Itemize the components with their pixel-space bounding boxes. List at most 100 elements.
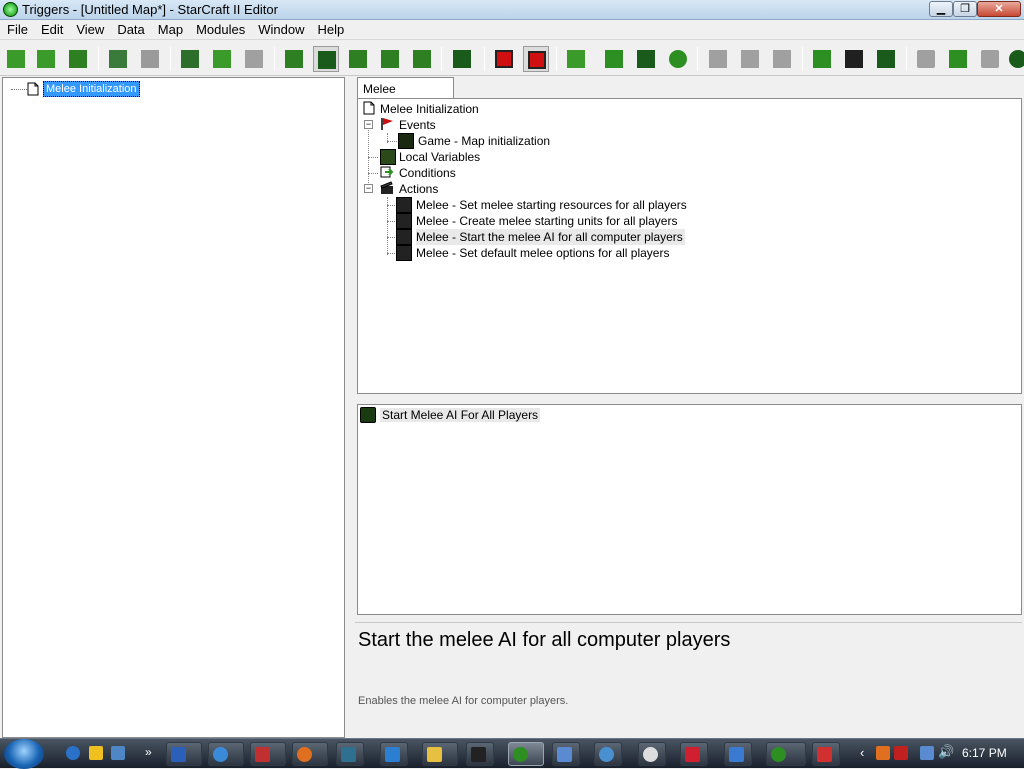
toolbar-new-function-button[interactable] [665, 46, 691, 72]
tree-conditions[interactable]: Conditions [360, 165, 660, 181]
tree-local-variables[interactable]: Local Variables [360, 149, 660, 165]
toolbar-cut-button[interactable] [177, 46, 203, 72]
collapse-actions-toggle[interactable]: − [364, 184, 373, 193]
toolbar-disabled-2-button[interactable] [977, 46, 1003, 72]
toolbar-new-action-clapper-button[interactable] [841, 46, 867, 72]
tree-event-item[interactable]: Game - Map initialization [360, 133, 660, 149]
taskbar-audition[interactable] [336, 742, 364, 766]
toolbar-triggers-button[interactable] [313, 46, 339, 72]
tab-melee-initialization[interactable]: Melee Initialization [357, 77, 454, 110]
tree-action-item[interactable]: Melee - Set melee starting resources for… [396, 197, 687, 213]
taskbar-app8[interactable] [466, 742, 494, 766]
restore-button[interactable]: ❐ [953, 1, 977, 17]
description-pane: Start the melee AI for all computer play… [355, 622, 1022, 738]
tree-action-label: Melee - Start the melee AI for all compu… [416, 229, 685, 245]
toolbar-save-button[interactable] [65, 46, 91, 72]
toolbar-text-button[interactable] [377, 46, 403, 72]
pane-splitter[interactable] [346, 77, 354, 738]
menu-edit[interactable]: Edit [34, 20, 69, 40]
taskbar-ie[interactable] [208, 742, 244, 766]
tree-action-item[interactable]: Melee - Create melee starting units for … [396, 213, 677, 229]
tree-action-item[interactable]: Melee - Set default melee options for al… [396, 245, 670, 261]
import-icon [413, 50, 431, 68]
tree-action-label: Melee - Set default melee options for al… [416, 246, 670, 260]
stop-red-icon [528, 51, 546, 69]
menu-modules[interactable]: Modules [189, 20, 251, 40]
collapse-events-toggle[interactable]: − [364, 120, 373, 129]
tree-actions[interactable]: − Actions [360, 181, 660, 197]
close-button[interactable]: ✕ [977, 1, 1021, 17]
trigger-list-pane[interactable]: Melee Initialization [2, 77, 345, 738]
toolbar-copy-button[interactable] [209, 46, 235, 72]
tray-icon-1[interactable] [876, 746, 890, 760]
ie-quicklaunch-icon[interactable] [66, 746, 80, 760]
quicklaunch-more-chevron-icon[interactable]: » [145, 745, 152, 759]
toolbar-new-event-button[interactable] [705, 46, 731, 72]
taskbar-app10[interactable] [552, 742, 580, 766]
toolbar-paste-button[interactable] [241, 46, 267, 72]
taskbar-app15[interactable] [766, 742, 806, 766]
toolbar-new-param-button[interactable] [873, 46, 899, 72]
toolbar-redo-button[interactable] [137, 46, 163, 72]
comment-a-icon [949, 50, 967, 68]
toolbar-disabled-1-button[interactable] [913, 46, 939, 72]
taskbar-app12[interactable] [638, 742, 666, 766]
menu-bar: File Edit View Data Map Modules Window Help [0, 20, 1024, 40]
taskbar-app6[interactable] [380, 742, 408, 766]
clapper-icon [380, 181, 393, 194]
toolbar-open-button[interactable] [33, 46, 59, 72]
toolbar-new-folder-button[interactable] [601, 46, 627, 72]
taskbar-clock[interactable]: 6:17 PM [962, 746, 1007, 760]
start-button[interactable] [4, 739, 44, 769]
taskbar-app11[interactable] [594, 742, 622, 766]
tray-icon-2[interactable] [894, 746, 908, 760]
toolbar-new-action-def-button[interactable] [633, 46, 659, 72]
toolbar-data-button[interactable] [345, 46, 371, 72]
melee-action-icon [396, 197, 412, 213]
minimize-button[interactable]: ▁ [929, 1, 953, 17]
variable-arrow-icon [813, 50, 831, 68]
taskbar-folder[interactable] [422, 742, 458, 766]
trigger-content-tree[interactable]: Melee Initialization − Events Game - Map… [357, 98, 1022, 394]
menu-window[interactable]: Window [251, 20, 310, 40]
toolbar-ai-button[interactable] [449, 46, 475, 72]
taskbar-sc2-editor[interactable] [508, 742, 544, 766]
menu-view[interactable]: View [69, 20, 110, 40]
toolbar-new-local-variable-button[interactable] [809, 46, 835, 72]
tree-root-label: Melee Initialization [380, 102, 479, 116]
menu-file[interactable]: File [0, 20, 34, 40]
tree-action-item-selected[interactable]: Melee - Start the melee AI for all compu… [396, 229, 685, 245]
toolbar-stop-pressed-button[interactable] [523, 46, 549, 72]
clock-quicklaunch-icon[interactable] [89, 746, 103, 760]
taskbar-app4[interactable] [292, 742, 328, 766]
toolbar-undo-button[interactable] [105, 46, 131, 72]
tree-root[interactable]: Melee Initialization [360, 101, 660, 117]
starcraft-app-icon[interactable] [3, 2, 18, 17]
element-details-pane[interactable]: Start Melee AI For All Players [357, 404, 1022, 615]
tree-conditions-label: Conditions [399, 166, 456, 180]
toolbar-new-action-button[interactable] [769, 46, 795, 72]
toolbar-terrain-button[interactable] [281, 46, 307, 72]
toolbar-new-condition-button[interactable] [737, 46, 763, 72]
volume-tray-icon[interactable]: 🔊 [938, 744, 954, 760]
toolbar-new-comment-button[interactable] [945, 46, 971, 72]
taskbar-app3[interactable] [250, 742, 286, 766]
toolbar-import-button[interactable] [409, 46, 435, 72]
toolbar-new-trigger-button[interactable] [3, 46, 29, 72]
disk-save-icon [69, 50, 87, 68]
menu-help[interactable]: Help [310, 20, 350, 40]
taskbar-word[interactable] [166, 742, 202, 766]
show-desktop-icon[interactable] [111, 746, 125, 760]
taskbar-app16[interactable] [812, 742, 840, 766]
menu-data[interactable]: Data [110, 20, 150, 40]
toolbar-new-element-button[interactable] [563, 46, 589, 72]
tree-events[interactable]: − Events [360, 117, 660, 133]
toolbar-stop-button[interactable] [491, 46, 517, 72]
taskbar-app14[interactable] [724, 742, 752, 766]
menu-map[interactable]: Map [151, 20, 189, 40]
toolbar-globe-button[interactable] [1005, 46, 1024, 72]
taskbar-app13[interactable] [680, 742, 708, 766]
network-tray-icon[interactable] [920, 746, 934, 760]
clapper-dark-icon [845, 50, 863, 68]
tray-expand-chevron-icon[interactable]: ‹ [860, 745, 864, 760]
